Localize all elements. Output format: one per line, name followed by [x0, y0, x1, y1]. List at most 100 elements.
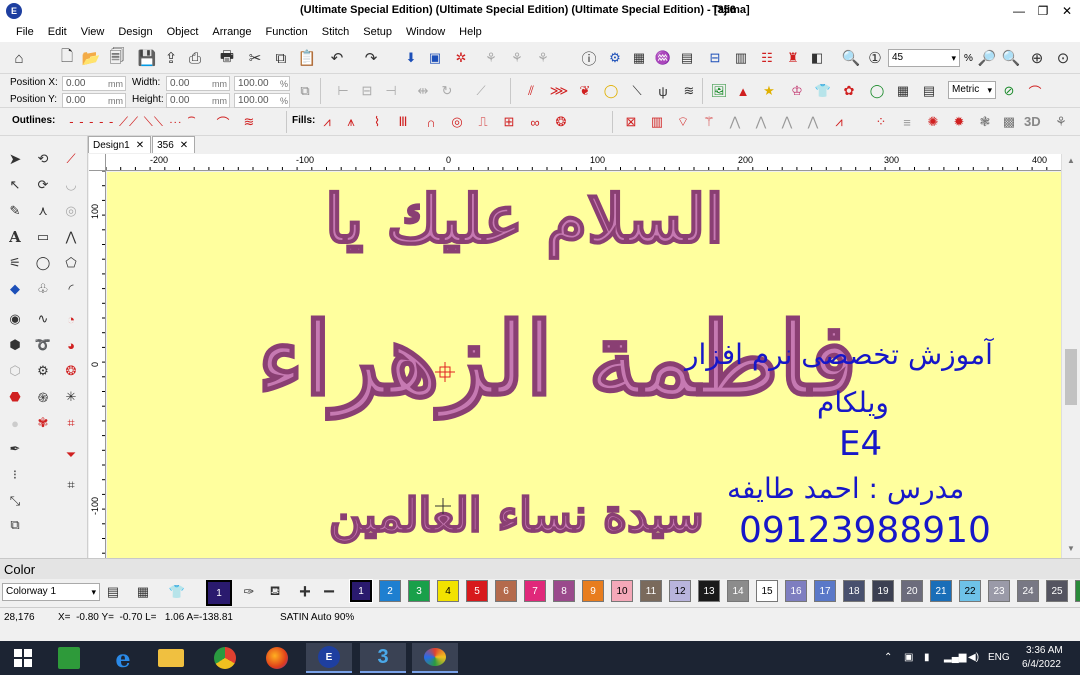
- add-color-button[interactable]: +: [294, 581, 316, 603]
- scroll-thumb[interactable]: [1065, 349, 1077, 405]
- wheel-icon[interactable]: ❂: [60, 360, 82, 382]
- tray-date[interactable]: 6/4/2022: [1022, 659, 1061, 670]
- color-swatch[interactable]: 5: [466, 580, 488, 602]
- spiral-icon[interactable]: ֍: [32, 386, 54, 408]
- group-icon[interactable]: ⌗: [60, 474, 82, 496]
- monitor-icon[interactable]: ▣: [424, 47, 446, 69]
- remove-color-button[interactable]: −: [318, 581, 340, 603]
- pen-icon[interactable]: ✒: [4, 438, 26, 460]
- zoom-out-icon[interactable]: 🔍: [1000, 47, 1022, 69]
- stitch-leaf-icon[interactable]: ❦: [574, 80, 596, 102]
- people-icon[interactable]: ☷: [756, 47, 778, 69]
- star-burst-icon[interactable]: ✳: [60, 386, 82, 408]
- menu-view[interactable]: View: [81, 26, 105, 38]
- fill-extra-icon[interactable]: ⚘: [1050, 111, 1072, 133]
- lock-proportion-icon[interactable]: ⧉: [294, 80, 316, 102]
- color-swatch[interactable]: 24: [1017, 580, 1039, 602]
- eyedropper-icon[interactable]: ✑: [238, 581, 260, 603]
- resize-icon[interactable]: ⤡: [4, 490, 26, 512]
- chart-icon[interactable]: ▥: [730, 47, 752, 69]
- arc-icon[interactable]: ◜: [60, 278, 82, 300]
- tab-close-icon[interactable]: ✕: [136, 140, 144, 151]
- stitch-fork-icon[interactable]: ψ: [652, 80, 674, 102]
- color-swatch[interactable]: 2: [379, 580, 401, 602]
- stitch-wave-icon[interactable]: ≋: [678, 80, 700, 102]
- tray-signal-icon[interactable]: ▂▄▆: [944, 652, 966, 663]
- film-icon[interactable]: ▤: [676, 47, 698, 69]
- tray-time[interactable]: 3:36 AM: [1026, 645, 1063, 656]
- grid-icon[interactable]: ▦: [892, 80, 914, 102]
- fill-spiral-icon[interactable]: ❃: [974, 111, 996, 133]
- fill-arches-icon[interactable]: ∩: [420, 111, 442, 133]
- fill-cross-icon[interactable]: ⊠: [620, 111, 642, 133]
- tray-network-icon[interactable]: ▣: [904, 652, 913, 663]
- color-swatch[interactable]: 15: [756, 580, 778, 602]
- paint-bucket-icon[interactable]: ⛾: [264, 581, 286, 603]
- tab-close-icon[interactable]: ✕: [180, 140, 188, 151]
- fill-dots-icon[interactable]: ⁘: [870, 111, 892, 133]
- units-select[interactable]: Metric: [948, 81, 996, 99]
- stitch-oval-icon[interactable]: ◯: [600, 80, 622, 102]
- vertical-scrollbar[interactable]: ▲ ▼: [1061, 154, 1080, 558]
- app-icon[interactable]: E: [6, 3, 22, 19]
- ring-tool-icon[interactable]: ◎: [60, 200, 82, 222]
- menu-edit[interactable]: Edit: [48, 26, 67, 38]
- fill-3d-icon[interactable]: 3D: [1024, 114, 1041, 129]
- horizontal-ruler[interactable]: -200 -100 0 100 200 300 400: [106, 154, 1066, 171]
- print-preview-icon[interactable]: 🗐: [106, 47, 128, 69]
- layers-icon[interactable]: ⧉: [4, 514, 26, 536]
- taskbar-firefox-icon[interactable]: [254, 643, 300, 673]
- tray-volume-icon[interactable]: ◀): [968, 652, 979, 663]
- color-swatch[interactable]: 1: [349, 579, 373, 603]
- taskbar-chrome-icon[interactable]: [202, 643, 248, 673]
- fill-branch-icon[interactable]: ⚚: [698, 111, 720, 133]
- taskbar-ie-icon[interactable]: e: [100, 643, 146, 673]
- design-canvas[interactable]: السلام عليك يا فاطمة الزهراء سيدة نساء ا…: [107, 172, 1061, 558]
- lasso-icon[interactable]: ⌗: [60, 412, 82, 434]
- funnel-icon[interactable]: ⏷: [60, 444, 82, 466]
- fill-mountain-icon[interactable]: ⋀: [802, 111, 824, 133]
- palette-grid-icon[interactable]: ▦: [132, 581, 154, 603]
- cut-icon[interactable]: ✂: [244, 47, 266, 69]
- scroll-up-icon[interactable]: ▲: [1067, 156, 1075, 165]
- stitch-satin-icon[interactable]: ⫽: [520, 80, 542, 102]
- menu-stitch[interactable]: Stitch: [322, 26, 350, 38]
- export-icon[interactable]: ⇪: [160, 47, 182, 69]
- machine-icon[interactable]: ⚙: [604, 47, 626, 69]
- tray-battery-icon[interactable]: ▮: [924, 652, 930, 663]
- network-icon[interactable]: ✲: [450, 47, 472, 69]
- color-swatch[interactable]: 19: [872, 580, 894, 602]
- fill-radial-icon[interactable]: ✺: [922, 111, 944, 133]
- pie-icon[interactable]: ◔: [60, 308, 82, 330]
- node-edit-icon[interactable]: ↖: [4, 174, 26, 196]
- hearts-icon[interactable]: ♧: [32, 278, 54, 300]
- decor-icon[interactable]: ✿: [838, 80, 860, 102]
- fill-dense-icon[interactable]: ▩: [998, 111, 1020, 133]
- paste-icon[interactable]: 📋: [296, 47, 318, 69]
- shapes-icon[interactable]: ▲: [732, 80, 754, 102]
- fill-grid-icon[interactable]: ⊞: [498, 111, 520, 133]
- star-icon[interactable]: ★: [758, 80, 780, 102]
- loop-icon[interactable]: ➰: [32, 334, 54, 356]
- knife-icon[interactable]: ⟋: [60, 148, 82, 170]
- measure-icon[interactable]: ⊘: [998, 80, 1020, 102]
- outline-arc-icon[interactable]: ⌒: [212, 111, 234, 133]
- fill-rings-icon[interactable]: ◎: [446, 111, 468, 133]
- menu-setup[interactable]: Setup: [363, 26, 392, 38]
- fill-plain-icon[interactable]: ≡: [896, 111, 918, 133]
- embroidery-line-3[interactable]: سيدة نساء العالمين: [328, 487, 705, 543]
- print-setup-icon[interactable]: 🖶: [216, 47, 238, 69]
- grid-view-icon[interactable]: ▦: [628, 47, 650, 69]
- stop-icon[interactable]: ⬣: [4, 386, 26, 408]
- monogram-icon[interactable]: ⚟: [4, 252, 26, 274]
- motif-icon[interactable]: ♔: [786, 80, 808, 102]
- color-swatch[interactable]: 23: [988, 580, 1010, 602]
- fill-fan-icon[interactable]: ⌔: [672, 111, 694, 133]
- rotate-tool-icon[interactable]: ⟳: [32, 174, 54, 196]
- spool-icon[interactable]: ⊟: [704, 47, 726, 69]
- octagon-icon[interactable]: ⬡: [4, 360, 26, 382]
- fill-spike-icon[interactable]: ⩘: [828, 111, 850, 133]
- embroidery-line-1[interactable]: السلام عليك يا: [324, 179, 725, 259]
- polyline-icon[interactable]: ⋀: [60, 226, 82, 248]
- home-icon[interactable]: ⌂: [8, 47, 30, 69]
